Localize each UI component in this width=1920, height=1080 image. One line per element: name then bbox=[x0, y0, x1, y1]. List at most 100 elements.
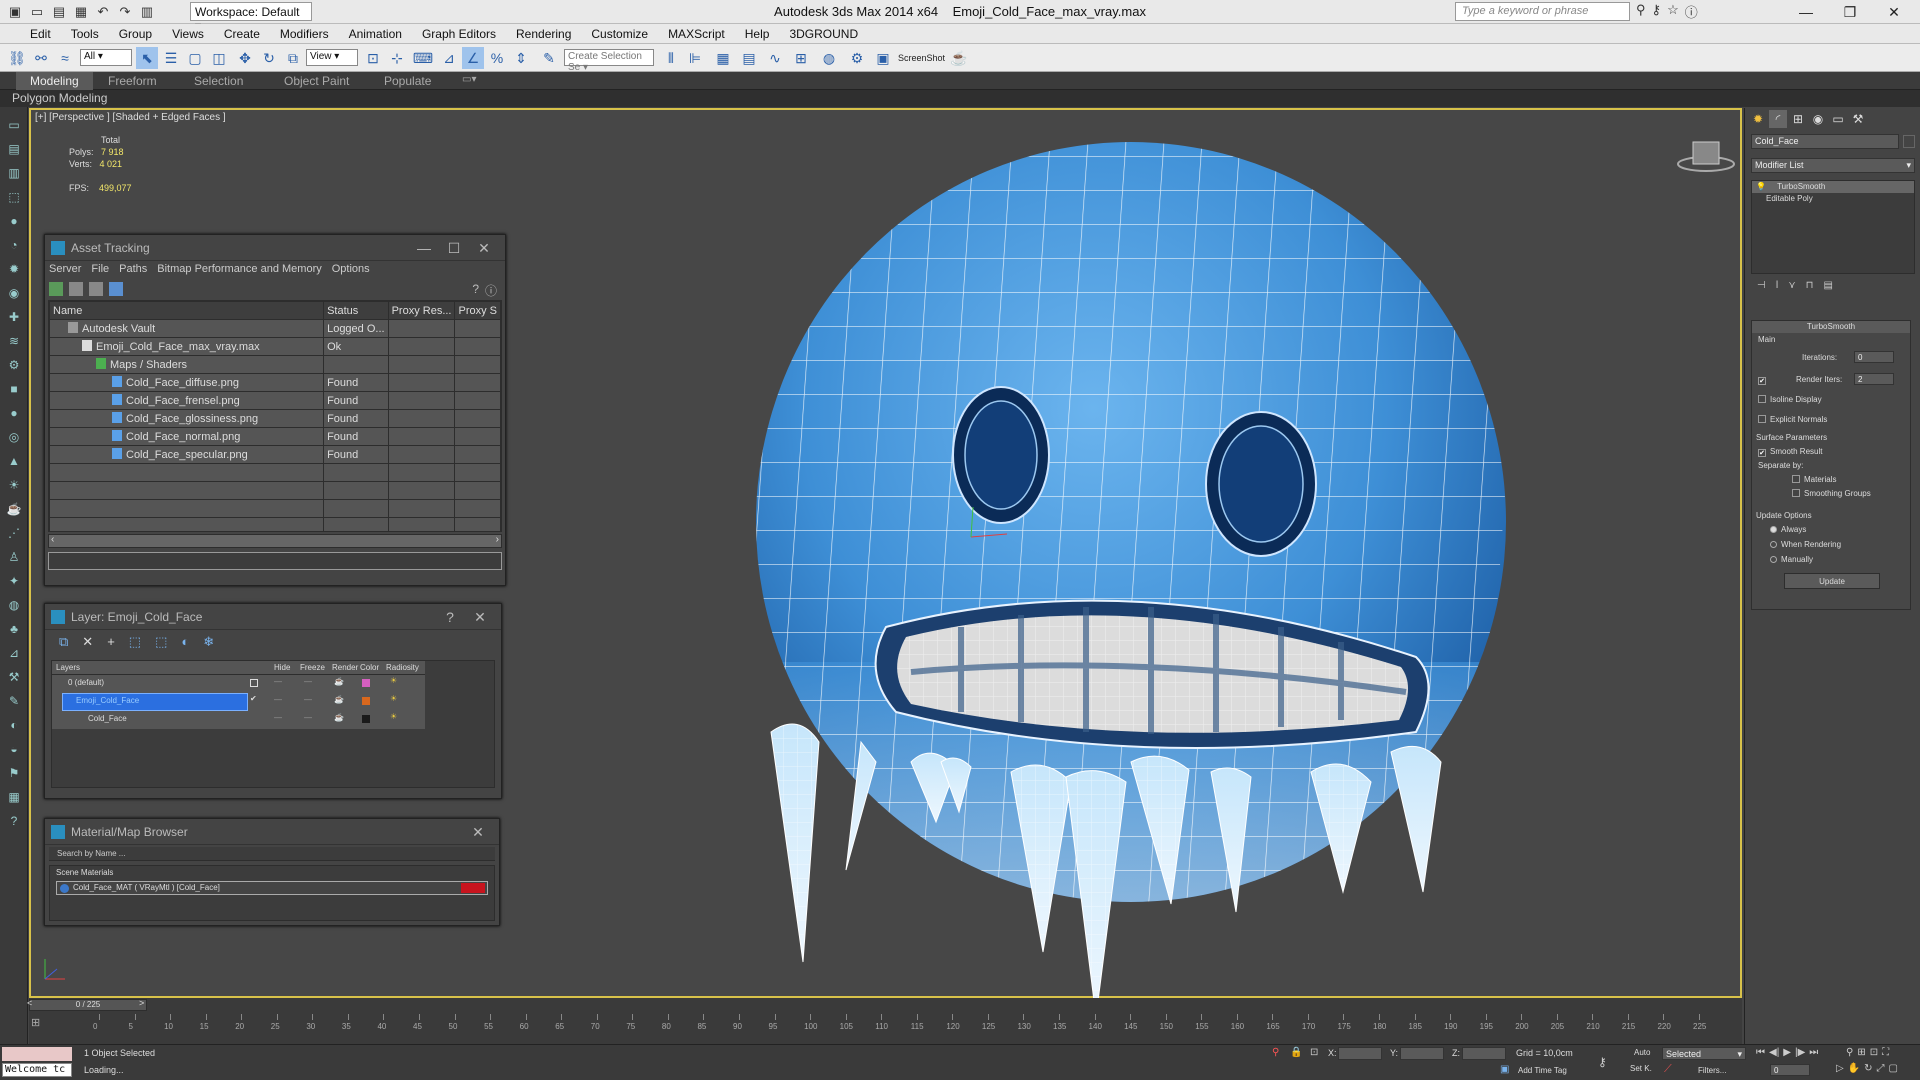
layer-row[interactable]: Cold_Face — — ☕ ☀ bbox=[52, 711, 425, 729]
reference-coordinate-dropdown[interactable]: View ▾ bbox=[306, 49, 358, 66]
box-icon[interactable]: ■ bbox=[5, 381, 23, 397]
helpers-icon[interactable]: ✚ bbox=[5, 309, 23, 325]
layer-current-checkmark-icon[interactable]: ✔ bbox=[250, 694, 257, 703]
render-setup-icon[interactable]: ⚙ bbox=[846, 47, 868, 69]
auto-key-button[interactable]: Auto bbox=[1634, 1048, 1650, 1057]
goto-start-icon[interactable]: ⏮ bbox=[1756, 1047, 1765, 1058]
scale-icon[interactable]: ⧉ bbox=[282, 47, 304, 69]
table-row[interactable]: Autodesk Vault Logged O... bbox=[49, 319, 501, 338]
binoculars-icon[interactable]: ⚲ bbox=[1636, 2, 1646, 21]
utility-icon[interactable]: ⚑ bbox=[5, 765, 23, 781]
menu-create[interactable]: Create bbox=[214, 24, 270, 44]
layer-hide-all-icon[interactable]: ◐ bbox=[181, 634, 189, 650]
set-key-button[interactable]: Set K. bbox=[1630, 1064, 1652, 1073]
cameras-icon[interactable]: ◉ bbox=[5, 285, 23, 301]
layer-column-render[interactable]: Render bbox=[332, 663, 358, 672]
asset-details-icon[interactable] bbox=[89, 282, 103, 296]
layer-freeze-toggle[interactable]: — bbox=[304, 677, 312, 686]
scroll-right-icon[interactable]: › bbox=[496, 534, 499, 545]
layer-color-swatch[interactable] bbox=[362, 715, 370, 723]
layer-column-color[interactable]: Color bbox=[360, 663, 379, 672]
scroll-left-icon[interactable]: ‹ bbox=[51, 534, 54, 545]
script-icon[interactable]: ▦ bbox=[5, 789, 23, 805]
time-tag-icon[interactable]: ▣ bbox=[1500, 1064, 1509, 1075]
shapes-icon[interactable]: ◔ bbox=[5, 237, 23, 253]
layer-manager-icon[interactable]: ▦ bbox=[712, 47, 734, 69]
layer-delete-icon[interactable]: ✕ bbox=[82, 634, 93, 650]
layer-add-icon[interactable]: + bbox=[107, 634, 115, 650]
spacewarps-icon[interactable]: ≋ bbox=[5, 333, 23, 349]
isolate-selection-icon[interactable]: ⚲ bbox=[1272, 1047, 1279, 1058]
layer-close-button[interactable]: ✕ bbox=[465, 604, 495, 630]
select-manipulate-icon[interactable]: ⊹ bbox=[386, 47, 408, 69]
configure-sets-icon[interactable]: ▤ bbox=[1823, 280, 1832, 296]
help-tool-icon[interactable]: ? bbox=[5, 813, 23, 829]
link-icon[interactable]: ⛓ bbox=[6, 47, 28, 69]
column-name[interactable]: Name bbox=[49, 301, 325, 320]
horizontal-scrollbar[interactable]: ‹ › bbox=[48, 534, 502, 548]
menu-graph-editors[interactable]: Graph Editors bbox=[412, 24, 506, 44]
asset-refresh-icon[interactable] bbox=[49, 282, 63, 296]
layer-current-checkbox[interactable] bbox=[250, 679, 258, 687]
display-tab-icon[interactable]: ▭ bbox=[1829, 110, 1847, 128]
orbit-icon[interactable]: ↻ bbox=[1864, 1063, 1872, 1074]
percent-snap-icon[interactable]: % bbox=[486, 47, 508, 69]
min-max-toggle-icon[interactable]: ▢ bbox=[1889, 1063, 1898, 1074]
show-end-result-icon[interactable]: ǀ bbox=[1776, 280, 1779, 296]
viewport-label[interactable]: [+] [Perspective ] [Shaded + Edged Faces… bbox=[35, 112, 226, 123]
manually-radio[interactable] bbox=[1770, 556, 1777, 563]
column-proxy-res[interactable]: Proxy Res... bbox=[387, 301, 456, 320]
menu-group[interactable]: Group bbox=[109, 24, 162, 44]
light-omni-icon[interactable]: ☀ bbox=[5, 477, 23, 493]
star-icon[interactable]: ☆ bbox=[1667, 2, 1679, 21]
menu-customize[interactable]: Customize bbox=[581, 24, 658, 44]
layer-row[interactable]: 0 (default) — — ☕ ☀ bbox=[52, 675, 425, 693]
biped-icon[interactable]: ♙ bbox=[5, 549, 23, 565]
iterations-spinner[interactable]: 0 bbox=[1854, 351, 1894, 363]
named-selection-set-input[interactable]: Create Selection Se ▾ bbox=[564, 49, 654, 73]
add-time-tag-label[interactable]: Add Time Tag bbox=[1518, 1066, 1567, 1075]
world-icon[interactable]: ◍ bbox=[5, 597, 23, 613]
cone-icon[interactable]: ▲ bbox=[5, 453, 23, 469]
scene-explorer-icon[interactable]: ▤ bbox=[5, 141, 23, 157]
menu-rendering[interactable]: Rendering bbox=[506, 24, 581, 44]
absolute-mode-icon[interactable]: ⊡ bbox=[1310, 1047, 1318, 1058]
ribbon-tab-freeform[interactable]: Freeform bbox=[94, 72, 171, 90]
search-input[interactable]: Type a keyword or phrase bbox=[1455, 2, 1630, 21]
ribbon-tab-object-paint[interactable]: Object Paint bbox=[270, 72, 363, 90]
rendered-frame-icon[interactable]: ▣ bbox=[872, 47, 894, 69]
layer-freeze-all-icon[interactable]: ❄ bbox=[203, 634, 214, 650]
render-icon[interactable]: ◐ bbox=[5, 717, 23, 733]
modify-tab-icon[interactable]: ◜ bbox=[1769, 110, 1787, 128]
viewcube[interactable] bbox=[1671, 130, 1741, 180]
asset-menu-bitmap[interactable]: Bitmap Performance and Memory bbox=[157, 263, 321, 275]
object-name-field[interactable]: Cold_Face bbox=[1751, 134, 1899, 149]
plant-icon[interactable]: ♣ bbox=[5, 621, 23, 637]
table-row[interactable]: Cold_Face_normal.png Found bbox=[49, 427, 501, 446]
key-filter-dropdown[interactable]: Selected ▾ bbox=[1662, 1047, 1746, 1060]
motion-tab-icon[interactable]: ◉ bbox=[1809, 110, 1827, 128]
layer-radiosity-icon[interactable]: ☀ bbox=[390, 694, 397, 703]
material-icon[interactable]: ◒ bbox=[5, 741, 23, 757]
table-row[interactable]: Cold_Face_frensel.png Found bbox=[49, 391, 501, 410]
edit-named-selection-icon[interactable]: ✎ bbox=[538, 47, 560, 69]
material-item[interactable]: Cold_Face_MAT ( VRayMtl ) [Cold_Face] bbox=[56, 881, 488, 895]
create-tab-icon[interactable]: ✹ bbox=[1749, 110, 1767, 128]
layer-radiosity-icon[interactable]: ☀ bbox=[390, 712, 397, 721]
bind-spacewarp-icon[interactable]: ≈ bbox=[54, 47, 76, 69]
curve-editor-icon[interactable]: ∿ bbox=[764, 47, 786, 69]
selection-filter-dropdown[interactable]: All ▾ bbox=[80, 49, 132, 66]
layer-hide-toggle[interactable]: — bbox=[274, 713, 282, 722]
select-object-icon[interactable]: ⬉ bbox=[136, 47, 158, 69]
modifier-list-dropdown[interactable]: Modifier List ▾ bbox=[1751, 158, 1915, 173]
column-proxy-s[interactable]: Proxy S bbox=[454, 301, 501, 320]
minimize-button[interactable]: — bbox=[1784, 0, 1828, 24]
current-frame-field[interactable]: 0 bbox=[1770, 1064, 1810, 1076]
maxscript-listener-pink[interactable] bbox=[2, 1047, 72, 1061]
menu-help[interactable]: Help bbox=[735, 24, 780, 44]
smooth-result-checkbox[interactable]: ✔ bbox=[1758, 449, 1766, 457]
teapot-icon[interactable]: ☕ bbox=[5, 501, 23, 517]
zoom-all-icon[interactable]: ⊞ bbox=[1857, 1047, 1865, 1058]
layer-column-layers[interactable]: Layers bbox=[56, 663, 80, 672]
asset-menu-options[interactable]: Options bbox=[332, 263, 370, 275]
